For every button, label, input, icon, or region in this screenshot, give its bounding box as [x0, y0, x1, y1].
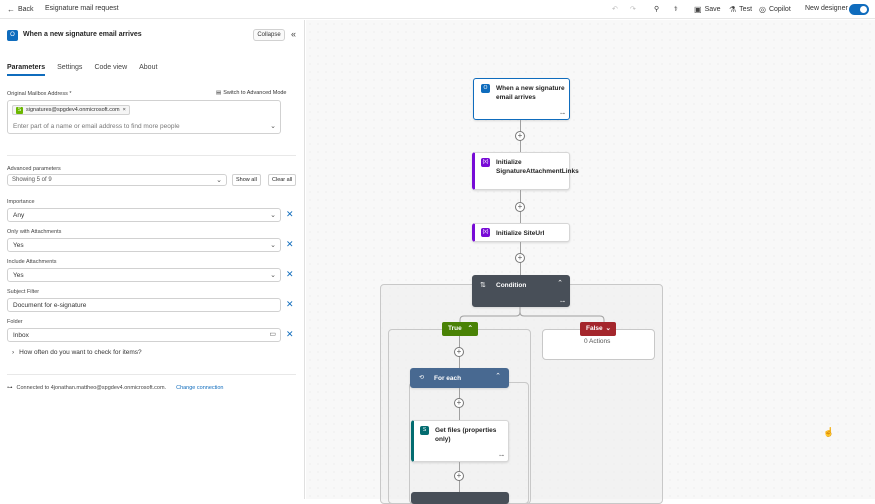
flask-icon: ⚗ — [729, 5, 737, 14]
add-step-plus-icon[interactable]: + — [454, 347, 464, 357]
back-arrow-icon: ← — [7, 5, 15, 14]
get-files-node[interactable]: S Get files (properties only) ⊶ — [411, 420, 509, 462]
switch-icon: ▤ — [216, 90, 222, 96]
remove-include-icon[interactable]: ✕ — [286, 269, 294, 280]
show-all-button[interactable]: Show all — [232, 174, 261, 186]
tab-code-view[interactable]: Code view — [94, 64, 127, 76]
get-files-title: Get files (properties only) — [435, 427, 497, 443]
switch-mode-button[interactable]: ▤ Switch to Advanced Mode — [216, 90, 287, 96]
chevron-down-icon: ⌄ — [270, 212, 276, 219]
foreach-node[interactable]: ⟲ For each ⌃ — [410, 368, 509, 388]
flow-title: Esignature mail request — [45, 5, 119, 12]
hand-cursor-icon: ☝ — [823, 427, 835, 437]
chevron-down-icon: ⌄ — [216, 177, 222, 184]
folder-icon[interactable]: ▭ — [269, 330, 276, 338]
mailbox-chip: S signatures@spgdev4.onmicrosoft.com × — [12, 105, 130, 115]
test-button[interactable]: ⚗ Test — [729, 5, 752, 14]
chevron-down-icon[interactable]: ⌄ — [270, 122, 276, 130]
how-often-expander[interactable]: › How often do you want to check for ite… — [12, 349, 142, 356]
add-step-plus-icon[interactable]: + — [454, 471, 464, 481]
undo-icon[interactable]: ↶ — [612, 5, 618, 13]
mailbox-placeholder: Enter part of a name or email address to… — [13, 123, 180, 130]
chevron-right-icon: › — [12, 349, 15, 356]
mailbox-label: Original Mailbox Address * — [7, 91, 72, 97]
redo-icon[interactable]: ↷ — [630, 5, 636, 13]
new-designer-label: New designer — [805, 5, 848, 12]
copilot-button[interactable]: ◎ Copilot — [759, 5, 791, 14]
link-icon: ⊶ — [499, 453, 504, 459]
divider — [7, 155, 296, 156]
advanced-label: Advanced parameters — [7, 166, 61, 172]
include-label: Include Attachments — [7, 259, 57, 265]
save-button[interactable]: ▣ Save — [694, 5, 721, 14]
outlook-icon: O — [7, 30, 18, 41]
advanced-dropdown[interactable]: Showing 5 of 9 ⌄ — [7, 174, 227, 186]
remove-attachments-icon[interactable]: ✕ — [286, 239, 294, 250]
panel-title: When a new signature email arrives — [23, 31, 142, 38]
save-icon: ▣ — [694, 5, 702, 14]
new-designer-toggle[interactable] — [849, 4, 869, 15]
back-label: Back — [18, 6, 34, 13]
clear-all-button[interactable]: Clear all — [268, 174, 297, 186]
properties-panel: O When a new signature email arrives Col… — [0, 20, 305, 499]
stethoscope-icon[interactable]: ⚕ — [674, 5, 678, 13]
chevron-down-icon: ⌄ — [605, 325, 611, 332]
include-dropdown[interactable]: Yes ⌄ — [7, 268, 281, 282]
folder-input[interactable]: Inbox ▭ — [7, 328, 281, 342]
false-actions-count: 0 Actions — [584, 338, 611, 345]
sharepoint-icon: S — [420, 426, 429, 435]
subject-label: Subject Filter — [7, 289, 40, 295]
foreach-title: For each — [434, 375, 462, 382]
divider — [7, 374, 296, 375]
importance-dropdown[interactable]: Any ⌄ — [7, 208, 281, 222]
chevron-down-icon: ⌄ — [270, 242, 276, 249]
remove-importance-icon[interactable]: ✕ — [286, 209, 294, 220]
collapse-button[interactable]: Collapse — [253, 29, 285, 41]
top-bar: ← Back Esignature mail request ↶ ↷ ⚲ ⚕ ▣… — [0, 0, 875, 19]
connection-info: ⊶ Connected to 4jonathan.mattheo@spgdev4… — [7, 385, 224, 391]
tab-about[interactable]: About — [139, 64, 157, 76]
flow-checker-icon[interactable]: ⚲ — [654, 5, 659, 13]
importance-label: Importance — [7, 199, 35, 205]
avatar: S — [16, 106, 23, 114]
panel-tabs: Parameters Settings Code view About — [7, 64, 157, 76]
folder-label: Folder — [7, 319, 23, 325]
attachments-label: Only with Attachments — [7, 229, 62, 235]
attachments-dropdown[interactable]: Yes ⌄ — [7, 238, 281, 252]
link-icon: ⊶ — [7, 385, 13, 391]
loop-icon: ⟲ — [419, 375, 425, 381]
false-branch-pill[interactable]: False ⌄ — [580, 322, 616, 336]
subject-input[interactable]: Document for e-signature — [7, 298, 281, 312]
true-branch-pill[interactable]: True ⌃ — [442, 322, 478, 336]
tab-parameters[interactable]: Parameters — [7, 64, 46, 76]
copilot-icon: ◎ — [759, 5, 766, 14]
chevron-up-icon: ⌃ — [467, 325, 473, 332]
remove-folder-icon[interactable]: ✕ — [286, 329, 294, 340]
add-step-plus-icon[interactable]: + — [454, 398, 464, 408]
change-connection-link[interactable]: Change connection — [176, 385, 223, 391]
chevron-down-icon: ⌄ — [270, 272, 276, 279]
panel-header: O When a new signature email arrives Col… — [0, 20, 305, 52]
next-action-node[interactable] — [411, 492, 509, 504]
designer-canvas[interactable]: O When a new signature email arrives ⊶ +… — [306, 20, 875, 504]
chevron-up-icon[interactable]: ⌃ — [495, 372, 501, 380]
remove-subject-icon[interactable]: ✕ — [286, 299, 294, 310]
tab-settings[interactable]: Settings — [57, 64, 82, 76]
mailbox-field[interactable]: S signatures@spgdev4.onmicrosoft.com × E… — [7, 100, 281, 134]
back-button[interactable]: ← Back — [7, 5, 34, 14]
double-chevron-left-icon[interactable]: « — [291, 29, 296, 39]
chip-remove-icon[interactable]: × — [123, 107, 126, 113]
